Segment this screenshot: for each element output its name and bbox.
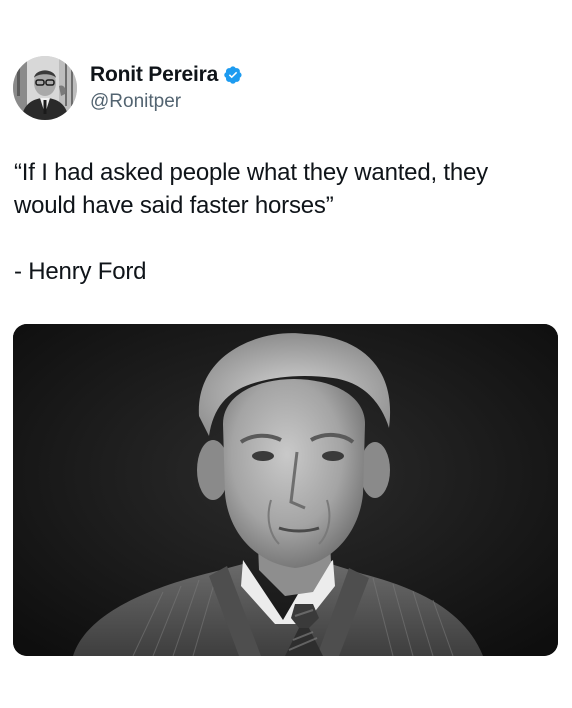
tweet-quote-text: “If I had asked people what they wanted,… (14, 159, 488, 219)
verified-badge-icon (223, 65, 243, 85)
author-display-name[interactable]: Ronit Pereira (90, 63, 218, 87)
profile-photo-icon (13, 56, 77, 120)
author-avatar[interactable] (13, 56, 77, 120)
author-handle[interactable]: @Ronitper (90, 89, 243, 115)
portrait-photo (13, 324, 558, 656)
tweet-media-photo[interactable] (13, 324, 558, 656)
author-names: Ronit Pereira @Ronitper (90, 61, 243, 115)
tweet-body: “If I had asked people what they wanted,… (14, 156, 554, 288)
name-row: Ronit Pereira (90, 61, 243, 89)
tweet-header: Ronit Pereira @Ronitper (13, 55, 243, 121)
tweet-card: Ronit Pereira @Ronitper “If I had asked … (0, 0, 572, 708)
tweet-attribution: - Henry Ford (14, 258, 147, 285)
